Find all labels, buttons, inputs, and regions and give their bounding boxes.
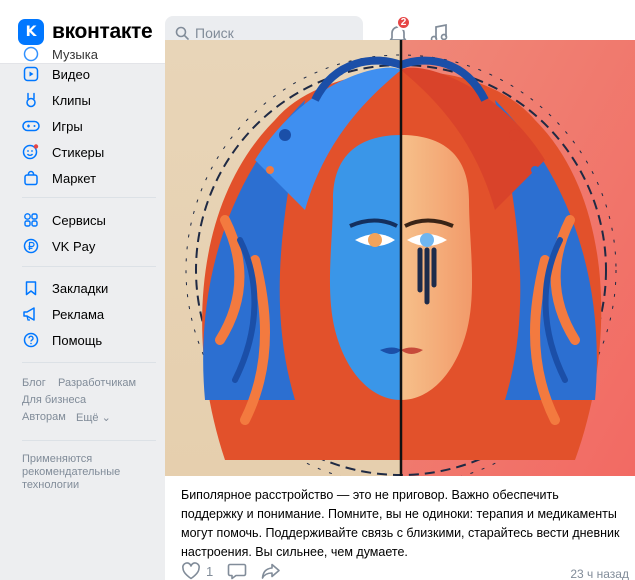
sidebar-divider [22,266,156,267]
comment-icon[interactable] [227,562,247,580]
search-placeholder: Поиск [195,24,234,41]
sidebar-item-label: Маркет [52,170,97,186]
share-icon[interactable] [261,562,281,580]
sidebar-divider [22,440,156,441]
left-sidebar: Музыка Видео Клипы Игры Стикеры Маркет С… [0,47,165,580]
post-card: Биполярное расстройство — это не пригово… [165,40,635,580]
sidebar-item-label: Музыка [52,46,98,62]
sidebar-item-bookmarks[interactable]: Закладки [22,276,108,300]
services-icon [22,211,40,229]
heart-icon [182,562,200,580]
clips-icon [22,91,40,109]
post-illustration [165,40,635,476]
vkpay-icon [22,237,40,255]
like-button[interactable]: 1 [181,562,213,580]
video-icon [22,65,40,83]
sidebar-item-vkpay[interactable]: VK Pay [22,234,95,258]
search-icon [175,26,189,40]
stickers-icon [22,143,40,161]
sidebar-item-label: Сервисы [52,212,106,228]
like-count: 1 [206,563,214,579]
bookmarks-icon [22,279,40,297]
logo-text: вконтакте [52,20,153,43]
post-image[interactable] [165,40,635,476]
footer-link-developers[interactable]: Разработчикам [58,377,136,389]
games-icon [22,117,40,135]
sidebar-divider [22,197,156,198]
sidebar-item-games[interactable]: Игры [22,114,83,138]
sidebar-item-market[interactable]: Маркет [22,166,96,190]
post-timestamp[interactable]: 23 ч назад [570,567,629,580]
sidebar-item-label: Закладки [52,280,109,296]
post-text: Биполярное расстройство — это не пригово… [181,488,620,559]
recommendation-note: Применяются рекомендательные технологии [22,453,121,491]
music-icon [22,45,40,63]
sidebar-item-label: Клипы [52,92,91,108]
sidebar-item-services[interactable]: Сервисы [22,208,106,232]
notifications-badge: 2 [396,15,411,30]
sidebar-item-label: Стикеры [52,144,105,160]
sidebar-item-label: VK Pay [52,238,96,254]
footer-more-button[interactable]: Ещё ⌄ [76,411,111,424]
sidebar-item-label: Помощь [52,332,103,348]
sidebar-item-clips[interactable]: Клипы [22,88,91,112]
footer-link-blog[interactable]: Блог [22,377,46,389]
sidebar-item-help[interactable]: Помощь [22,328,102,352]
sidebar-item-label: Видео [52,66,90,82]
sidebar-item-ads[interactable]: Реклама [22,302,104,326]
footer-more-label: Ещё [76,412,99,424]
sidebar-item-label: Игры [52,118,83,134]
footer-link-authors[interactable]: Авторам [22,411,66,423]
footer-link-business[interactable]: Для бизнеса [22,394,86,406]
sidebar-item-label: Реклама [52,306,105,322]
sidebar-item-stickers[interactable]: Стикеры [22,140,104,164]
sidebar-item-video[interactable]: Видео [22,62,90,86]
chevron-down-icon: ⌄ [101,412,111,424]
post-actions: 1 [181,562,281,580]
sidebar-divider [22,362,156,363]
market-icon [22,169,40,187]
help-icon [22,331,40,349]
ads-icon [22,305,40,323]
